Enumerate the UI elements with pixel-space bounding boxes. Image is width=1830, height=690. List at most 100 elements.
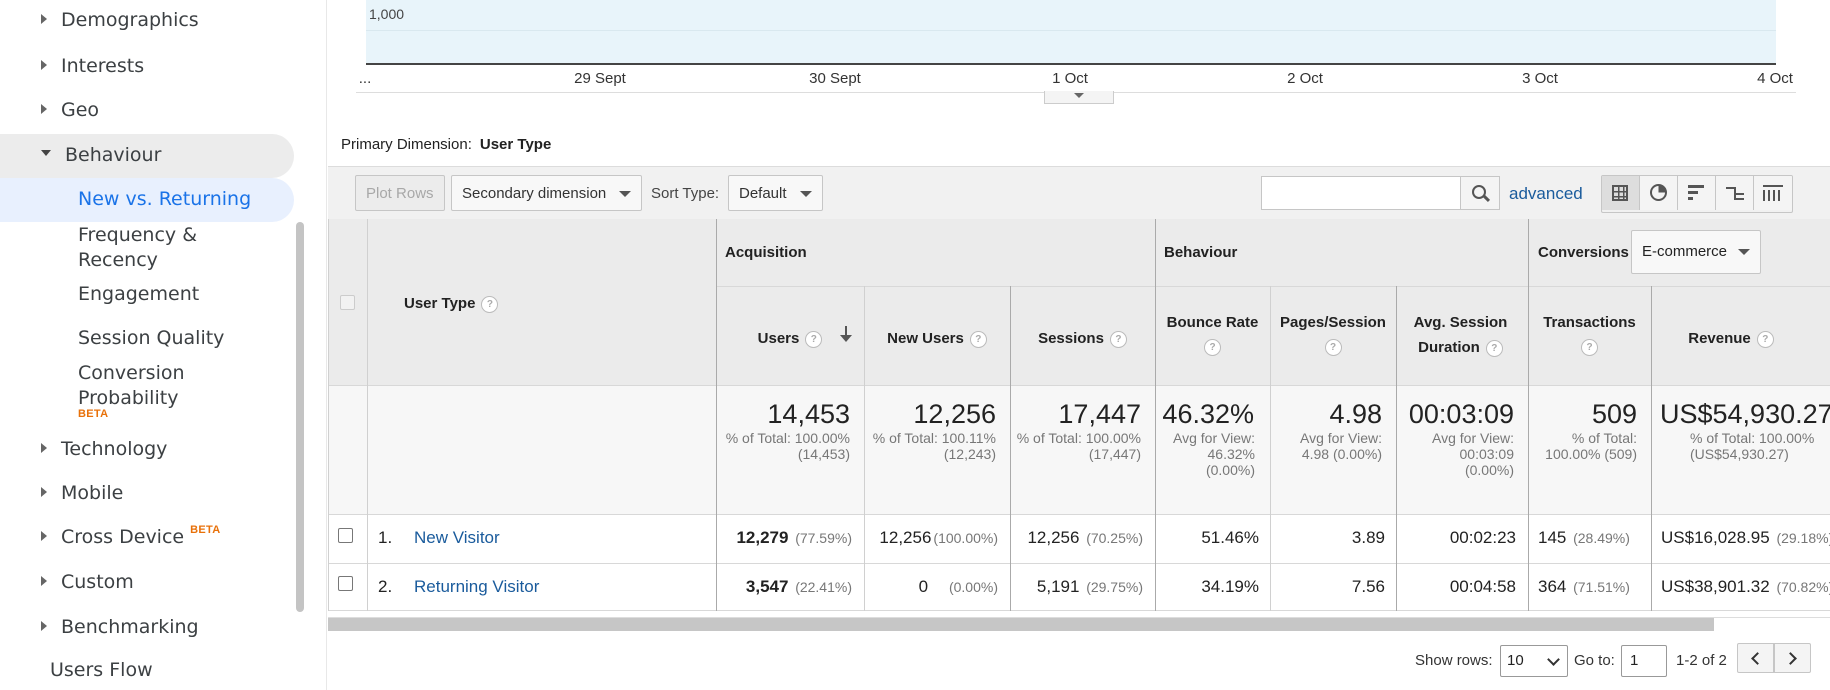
nav-benchmarking[interactable]: Benchmarking: [0, 616, 199, 638]
help-icon[interactable]: ?: [1109, 330, 1127, 348]
expand-triangle-icon: [41, 13, 47, 24]
term-cloud-view-button[interactable]: [1754, 176, 1792, 210]
data-table-view-button[interactable]: [1602, 176, 1640, 210]
nav-mobile[interactable]: Mobile: [0, 482, 123, 504]
row-users: 3,547 (22.41%): [745, 577, 852, 596]
nav-new-vs-returning[interactable]: New vs. Returning: [78, 187, 251, 212]
row-number: 2.: [378, 577, 393, 596]
sidebar: Demographics Interests Geo Behaviour New…: [0, 0, 326, 690]
row-bounce-rate: 51.46%: [1201, 528, 1259, 547]
chevron-down-icon: [1547, 653, 1560, 666]
header-bottom-border: [328, 385, 1830, 386]
chart-collapse-handle[interactable]: [1044, 91, 1114, 104]
goto-page-input[interactable]: 1: [1621, 645, 1667, 677]
total-avg-session-duration: 00:03:09: [1408, 399, 1514, 429]
help-icon[interactable]: ?: [1756, 330, 1774, 348]
totals-bottom-border: [328, 514, 1830, 515]
comparison-view-button[interactable]: [1716, 176, 1754, 210]
help-icon[interactable]: ?: [1204, 339, 1221, 356]
nav-demographics[interactable]: Demographics: [0, 9, 199, 31]
user-type-column-header[interactable]: User Type?: [404, 295, 499, 313]
acquisition-group-header: Acquisition: [725, 244, 807, 261]
nav-cross-device[interactable]: Cross Device BETA: [0, 524, 220, 548]
nav-session-quality[interactable]: Session Quality: [78, 326, 224, 351]
show-rows-select[interactable]: 10: [1500, 645, 1568, 677]
next-page-button[interactable]: [1774, 643, 1811, 673]
x-tick-label: 4 Oct: [1757, 70, 1793, 87]
help-icon[interactable]: ?: [1324, 339, 1342, 356]
row-new-users: 12,256 (100.00%): [879, 528, 998, 547]
sort-descending-icon[interactable]: [840, 326, 852, 342]
help-icon[interactable]: ?: [481, 295, 499, 313]
help-icon[interactable]: ?: [969, 330, 987, 348]
row-checkbox[interactable]: [338, 576, 353, 591]
row-transactions: 145 (28.49%): [1538, 528, 1630, 547]
row-bounce-rate: 34.19%: [1201, 577, 1259, 596]
row-revenue: US$38,901.32 (70.82%): [1661, 577, 1830, 596]
chevron-right-icon: [1784, 652, 1797, 665]
bar-chart-icon: [1688, 185, 1706, 201]
x-tick-label: 30 Sept: [809, 70, 861, 87]
advanced-filter-link[interactable]: advanced: [1509, 184, 1583, 204]
avg-session-duration-column-header[interactable]: Avg. Session Duration?: [1403, 310, 1518, 360]
help-icon[interactable]: ?: [1485, 339, 1503, 357]
conversions-group-header: Conversions: [1538, 244, 1629, 261]
row-user-type-link[interactable]: New Visitor: [414, 528, 500, 548]
help-icon[interactable]: ?: [805, 330, 823, 348]
primary-dimension-user-type[interactable]: User Type: [480, 136, 551, 153]
search-button[interactable]: [1460, 176, 1500, 210]
row-avg-session-duration: 00:02:23: [1449, 528, 1516, 547]
x-tick-label: 3 Oct: [1522, 70, 1558, 87]
nav-interests[interactable]: Interests: [0, 55, 144, 77]
total-revenue-sub: % of Total: 100.00% (US$54,930.27): [1690, 430, 1815, 462]
nav-technology[interactable]: Technology: [0, 438, 167, 460]
performance-view-button[interactable]: [1678, 176, 1716, 210]
nav-behaviour[interactable]: Behaviour: [0, 144, 161, 166]
select-all-checkbox[interactable]: [340, 295, 355, 310]
percentage-view-button[interactable]: [1640, 176, 1678, 210]
search-icon-handle: [1482, 194, 1491, 203]
total-new-users-sub: % of Total: 100.11% (12,243): [872, 430, 996, 462]
row-checkbox[interactable]: [338, 528, 353, 543]
secondary-dimension-dropdown[interactable]: Secondary dimension: [451, 175, 642, 211]
sidebar-scrollbar[interactable]: [296, 222, 304, 612]
primary-dimension-label: Primary Dimension:: [341, 136, 472, 153]
total-pages-session-sub: Avg for View: 4.98 (0.00%): [1300, 430, 1382, 462]
new-users-column-header[interactable]: New Users?: [864, 326, 1010, 351]
total-users-sub: % of Total: 100.00% (14,453): [725, 430, 850, 462]
total-sessions-sub: % of Total: 100.00% (17,447): [1016, 430, 1141, 462]
nav-custom[interactable]: Custom: [0, 571, 134, 593]
revenue-column-header[interactable]: Revenue?: [1651, 326, 1811, 351]
previous-page-button[interactable]: [1737, 643, 1774, 673]
sort-type-dropdown[interactable]: Default: [728, 175, 823, 211]
total-bounce-rate: 46.32%: [1162, 399, 1254, 429]
expand-triangle-icon: [41, 530, 47, 541]
transactions-column-header[interactable]: Transactions?: [1528, 310, 1651, 356]
sessions-column-header[interactable]: Sessions?: [1010, 326, 1155, 351]
nav-conversion-probability[interactable]: Conversion Probability: [78, 361, 218, 411]
bounce-rate-column-header[interactable]: Bounce Rate?: [1155, 310, 1270, 356]
row-sessions: 12,256 (70.25%): [1027, 528, 1143, 547]
horizontal-scrollbar[interactable]: [328, 618, 1714, 631]
comparison-icon: [1726, 185, 1744, 201]
total-pages-session: 4.98: [1329, 399, 1382, 429]
pages-session-column-header[interactable]: Pages/Session?: [1270, 310, 1396, 356]
plot-rows-button[interactable]: Plot Rows: [355, 175, 445, 211]
help-icon[interactable]: ?: [1581, 339, 1598, 356]
beta-badge: BETA: [78, 408, 109, 420]
sort-type-label: Sort Type:: [651, 185, 720, 202]
nav-users-flow[interactable]: Users Flow: [50, 659, 153, 681]
row-user-type-link[interactable]: Returning Visitor: [414, 577, 539, 597]
total-sessions: 17,447: [1058, 399, 1141, 429]
goto-label: Go to:: [1574, 652, 1615, 669]
nav-engagement[interactable]: Engagement: [78, 282, 199, 307]
nav-frequency-recency[interactable]: Frequency & Recency: [78, 223, 218, 273]
totals-checkbox-cell: [328, 385, 367, 514]
nav-geo[interactable]: Geo: [0, 99, 99, 121]
expand-triangle-icon: [41, 442, 47, 453]
row-new-users: 0 (0.00%): [918, 577, 998, 596]
expand-triangle-icon: [41, 103, 47, 114]
conversions-goal-dropdown[interactable]: E-commerce: [1631, 230, 1761, 274]
column-divider: [1396, 286, 1397, 611]
table-search-input[interactable]: [1261, 176, 1461, 210]
